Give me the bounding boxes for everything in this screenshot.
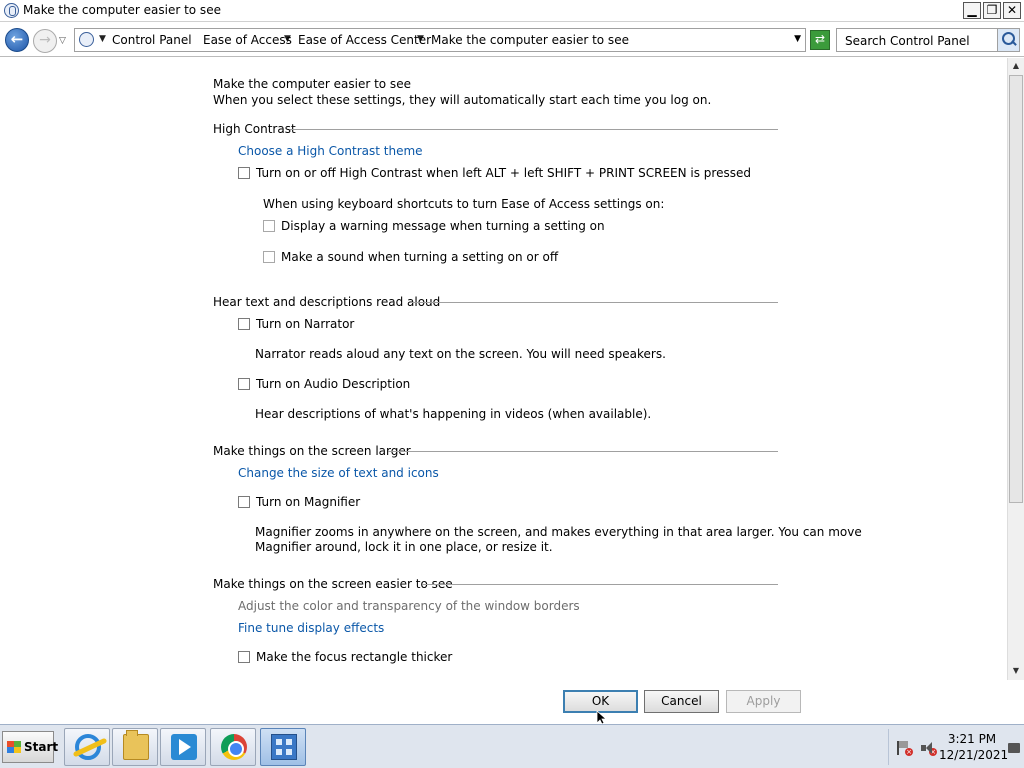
taskbar-control-panel[interactable] <box>260 728 306 766</box>
choose-high-contrast-theme-link[interactable]: Choose a High Contrast theme <box>238 144 423 158</box>
clock-date: 12/21/2021 <box>939 748 1009 762</box>
audio-description-label[interactable]: Turn on Audio Description <box>256 377 410 391</box>
page-description: When you select these settings, they wil… <box>213 93 712 107</box>
chrome-icon <box>221 734 247 760</box>
change-text-size-link[interactable]: Change the size of text and icons <box>238 466 439 480</box>
section-larger-title: Make things on the screen larger <box>213 444 411 458</box>
breadcrumb-control-panel[interactable]: Control Panel <box>112 33 192 47</box>
scroll-up-icon[interactable]: ▲ <box>1008 58 1024 74</box>
dialog-button-bar: OK Cancel Apply <box>0 680 1024 724</box>
chevron-down-icon[interactable]: ▼ <box>99 34 106 44</box>
sound-checkbox[interactable] <box>263 251 275 263</box>
taskbar-media-player[interactable] <box>160 728 206 766</box>
breadcrumb-ease-of-access-center[interactable]: Ease of Access Center <box>298 33 431 47</box>
settings-content: Make the computer easier to see When you… <box>0 58 1007 680</box>
volume-icon[interactable]: × <box>921 741 937 756</box>
address-dropdown-icon[interactable]: ▼ <box>794 34 801 44</box>
audio-description-checkbox[interactable] <box>238 378 250 390</box>
scrollbar-thumb[interactable] <box>1009 75 1023 503</box>
close-button[interactable]: ✕ <box>1003 2 1021 19</box>
vertical-scrollbar[interactable]: ▲ ▼ <box>1007 58 1024 680</box>
section-divider <box>412 302 778 303</box>
taskbar: Start × × 3:21 PM 12/21/2021 <box>0 724 1024 768</box>
mute-badge-icon: × <box>929 748 937 756</box>
magnifier-checkbox[interactable] <box>238 496 250 508</box>
windows-logo-icon <box>7 741 21 753</box>
magnifier-label[interactable]: Turn on Magnifier <box>256 495 360 509</box>
media-player-icon <box>171 734 197 760</box>
folder-icon <box>123 730 149 760</box>
maximize-button[interactable]: ❐ <box>983 2 1001 19</box>
sound-label[interactable]: Make a sound when turning a setting on o… <box>281 250 558 264</box>
ease-of-access-icon <box>4 3 19 18</box>
recent-pages-dropdown-icon[interactable]: ▽ <box>59 36 66 46</box>
scroll-down-icon[interactable]: ▼ <box>1008 663 1024 679</box>
section-hear-title: Hear text and descriptions read aloud <box>213 295 441 309</box>
action-center-icon[interactable]: × <box>897 741 913 756</box>
start-label: Start <box>24 740 59 754</box>
control-panel-icon <box>79 32 94 47</box>
ok-button[interactable]: OK <box>563 690 638 713</box>
taskbar-chrome[interactable] <box>210 728 256 766</box>
control-panel-icon <box>271 734 297 760</box>
audio-description-text: Hear descriptions of what's happening in… <box>255 407 652 421</box>
minimize-button[interactable]: ▁ <box>963 2 981 19</box>
clock-time: 3:21 PM <box>947 732 997 746</box>
apply-button[interactable]: Apply <box>726 690 801 713</box>
magnifier-description-line-2: Magnifier around, lock it in one place, … <box>255 540 553 554</box>
search-input[interactable]: Search Control Panel <box>836 28 1020 52</box>
warning-message-checkbox[interactable] <box>263 220 275 232</box>
focus-rectangle-checkbox[interactable] <box>238 651 250 663</box>
focus-rectangle-label[interactable]: Make the focus rectangle thicker <box>256 650 452 664</box>
breadcrumb[interactable]: ▼ Control Panel ▼ Ease of Access ▼ Ease … <box>74 28 806 52</box>
cancel-button[interactable]: Cancel <box>644 690 719 713</box>
system-tray: × × 3:21 PM 12/21/2021 <box>888 729 1022 765</box>
section-divider <box>290 129 778 130</box>
start-button[interactable]: Start <box>2 731 58 763</box>
section-divider <box>422 584 778 585</box>
search-placeholder: Search Control Panel <box>845 34 970 48</box>
title-bar: Make the computer easier to see ▁ ❐ ✕ <box>0 0 1024 22</box>
high-contrast-shortcut-checkbox[interactable] <box>238 167 250 179</box>
forward-button[interactable]: → <box>33 29 57 53</box>
show-desktop-icon[interactable] <box>1008 743 1020 753</box>
search-icon[interactable] <box>997 29 1019 51</box>
internet-explorer-icon <box>75 734 101 760</box>
clock[interactable]: 3:21 PM 12/21/2021 <box>939 731 1009 763</box>
narrator-checkbox[interactable] <box>238 318 250 330</box>
section-easier-title: Make things on the screen easier to see <box>213 577 453 591</box>
window-title: Make the computer easier to see <box>23 3 221 17</box>
section-divider <box>388 451 778 452</box>
fine-tune-display-effects-link[interactable]: Fine tune display effects <box>238 621 384 635</box>
mouse-cursor-icon <box>596 711 608 724</box>
back-button[interactable]: ← <box>5 28 29 52</box>
narrator-label[interactable]: Turn on Narrator <box>256 317 354 331</box>
taskbar-internet-explorer[interactable] <box>64 728 110 766</box>
breadcrumb-ease-of-access[interactable]: Ease of Access <box>203 33 292 47</box>
taskbar-file-explorer[interactable] <box>112 728 158 766</box>
error-badge-icon: × <box>905 748 913 756</box>
narrator-description: Narrator reads aloud any text on the scr… <box>255 347 666 361</box>
page-title: Make the computer easier to see <box>213 77 411 91</box>
refresh-button[interactable]: ⇄ <box>810 30 830 50</box>
breadcrumb-current-page[interactable]: Make the computer easier to see <box>431 33 629 47</box>
high-contrast-shortcut-label[interactable]: Turn on or off High Contrast when left A… <box>256 166 751 180</box>
section-high-contrast-title: High Contrast <box>213 122 296 136</box>
magnifier-description-line-1: Magnifier zooms in anywhere on the scree… <box>255 525 862 539</box>
adjust-window-color-text: Adjust the color and transparency of the… <box>238 599 580 613</box>
keyboard-shortcut-note: When using keyboard shortcuts to turn Ea… <box>263 197 665 211</box>
navigation-bar: ← → ▽ ▼ Control Panel ▼ Ease of Access ▼… <box>0 23 1024 57</box>
warning-message-label[interactable]: Display a warning message when turning a… <box>281 219 605 233</box>
